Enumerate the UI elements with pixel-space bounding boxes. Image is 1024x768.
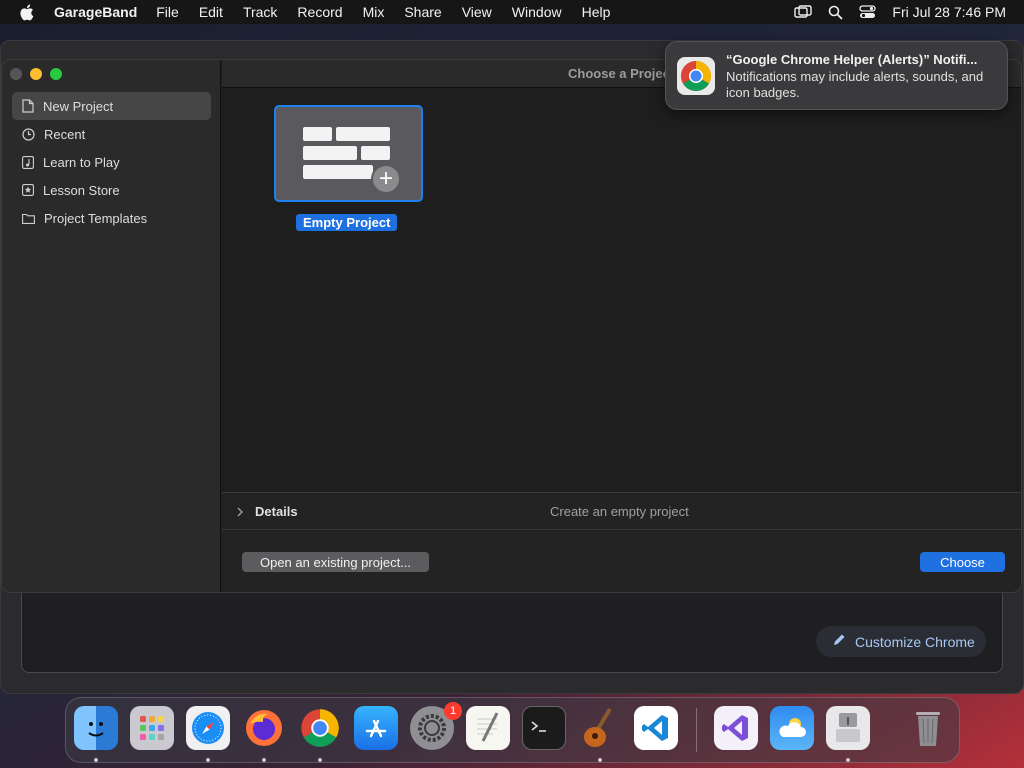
running-indicator xyxy=(262,758,266,762)
details-bar: Details Create an empty project xyxy=(222,492,1021,530)
template-grid: + Empty Project xyxy=(222,89,1021,492)
sidebar-item-learn-to-play[interactable]: Learn to Play xyxy=(12,148,211,176)
sidebar-item-lesson-store[interactable]: Lesson Store xyxy=(12,176,211,204)
menu-clock[interactable]: Fri Jul 28 7:46 PM xyxy=(892,4,1006,20)
empty-project-tile[interactable]: + xyxy=(274,105,423,202)
choose-button[interactable]: Choose xyxy=(920,552,1005,572)
control-center-icon[interactable] xyxy=(859,5,877,19)
sidebar-item-label: Learn to Play xyxy=(43,154,120,170)
details-toggle[interactable]: Details xyxy=(255,504,298,519)
chrome-icon xyxy=(677,57,715,95)
finder-icon[interactable] xyxy=(74,706,118,750)
textedit-icon[interactable] xyxy=(466,706,510,750)
dock-separator xyxy=(696,708,697,752)
weather-icon[interactable] xyxy=(770,706,814,750)
running-indicator xyxy=(94,758,98,762)
disk-utility-icon[interactable] xyxy=(826,706,870,750)
menu-track[interactable]: Track xyxy=(243,4,277,20)
safari-icon[interactable] xyxy=(186,706,230,750)
visual-studio-icon[interactable] xyxy=(714,706,758,750)
dialog-title: Choose a Project xyxy=(568,66,675,81)
minimize-window-button[interactable] xyxy=(30,68,42,80)
running-indicator xyxy=(598,758,602,762)
tile-brick xyxy=(361,146,390,160)
notification-banner[interactable]: “Google Chrome Helper (Alerts)” Notifi..… xyxy=(665,41,1008,110)
sidebar-item-new-project[interactable]: New Project xyxy=(12,92,211,120)
menu-window[interactable]: Window xyxy=(512,4,562,20)
tile-brick xyxy=(303,165,373,179)
trash-icon[interactable] xyxy=(906,706,950,750)
visual-studio-code-icon[interactable] xyxy=(634,706,678,750)
customize-chrome-button[interactable]: Customize Chrome xyxy=(816,626,986,657)
empty-project-label[interactable]: Empty Project xyxy=(296,214,398,231)
notification-badge: 1 xyxy=(444,702,462,720)
tile-brick xyxy=(336,127,390,141)
customize-chrome-label: Customize Chrome xyxy=(855,633,975,650)
plus-icon: + xyxy=(371,164,401,194)
template-description: Create an empty project xyxy=(550,504,689,519)
open-existing-project-button[interactable]: Open an existing project... xyxy=(242,552,429,572)
menu-mix[interactable]: Mix xyxy=(363,4,385,20)
google-chrome-icon[interactable] xyxy=(298,706,342,750)
sidebar-item-label: Recent xyxy=(44,126,86,142)
running-indicator xyxy=(846,758,850,762)
firefox-icon[interactable] xyxy=(242,706,286,750)
apple-icon[interactable] xyxy=(19,4,35,20)
search-icon[interactable] xyxy=(828,5,844,20)
sidebar: New Project Recent Learn to Play Lesson … xyxy=(2,60,221,592)
zoom-window-button[interactable] xyxy=(50,68,62,80)
chevron-right-icon[interactable] xyxy=(236,505,244,520)
sidebar-list: New Project Recent Learn to Play Lesson … xyxy=(12,92,211,232)
folder-icon xyxy=(22,213,35,224)
sidebar-item-label: Project Templates xyxy=(44,210,148,226)
sidebar-item-project-templates[interactable]: Project Templates xyxy=(12,204,211,232)
star-icon xyxy=(22,184,34,196)
menu-file[interactable]: File xyxy=(156,4,179,20)
menu-record[interactable]: Record xyxy=(297,4,342,20)
dialog-footer: Open an existing project... Choose xyxy=(222,531,1021,592)
clock-icon xyxy=(22,127,35,141)
menu-share[interactable]: Share xyxy=(404,4,441,20)
sidebar-item-label: New Project xyxy=(43,98,114,114)
sidebar-item-label: Lesson Store xyxy=(43,182,120,198)
menu-view[interactable]: View xyxy=(462,4,492,20)
project-chooser-dialog: New Project Recent Learn to Play Lesson … xyxy=(1,59,1022,593)
tile-brick xyxy=(303,146,357,160)
running-indicator xyxy=(318,758,322,762)
notification-title: “Google Chrome Helper (Alerts)” Notifi..… xyxy=(726,52,978,67)
tile-brick xyxy=(303,127,332,141)
document-icon xyxy=(22,99,34,113)
running-indicator xyxy=(206,758,210,762)
screen-mirroring-icon[interactable] xyxy=(794,5,813,19)
menu-edit[interactable]: Edit xyxy=(199,4,223,20)
pencil-icon xyxy=(832,633,846,650)
sidebar-item-recent[interactable]: Recent xyxy=(12,120,211,148)
window-controls xyxy=(10,68,62,80)
menu-app-name[interactable]: GarageBand xyxy=(54,4,137,20)
close-window-button[interactable] xyxy=(10,68,22,80)
menu-bar: GarageBand File Edit Track Record Mix Sh… xyxy=(0,0,1024,24)
app-store-icon[interactable] xyxy=(354,706,398,750)
system-settings-icon[interactable]: 1 xyxy=(410,702,462,750)
launchpad-icon[interactable] xyxy=(130,706,174,750)
terminal-icon[interactable] xyxy=(522,706,566,750)
garageband-icon[interactable] xyxy=(578,706,622,750)
music-note-icon xyxy=(22,155,34,169)
menu-help[interactable]: Help xyxy=(582,4,611,20)
dock: 1 xyxy=(65,697,960,763)
notification-body: Notifications may include alerts, sounds… xyxy=(726,69,984,100)
